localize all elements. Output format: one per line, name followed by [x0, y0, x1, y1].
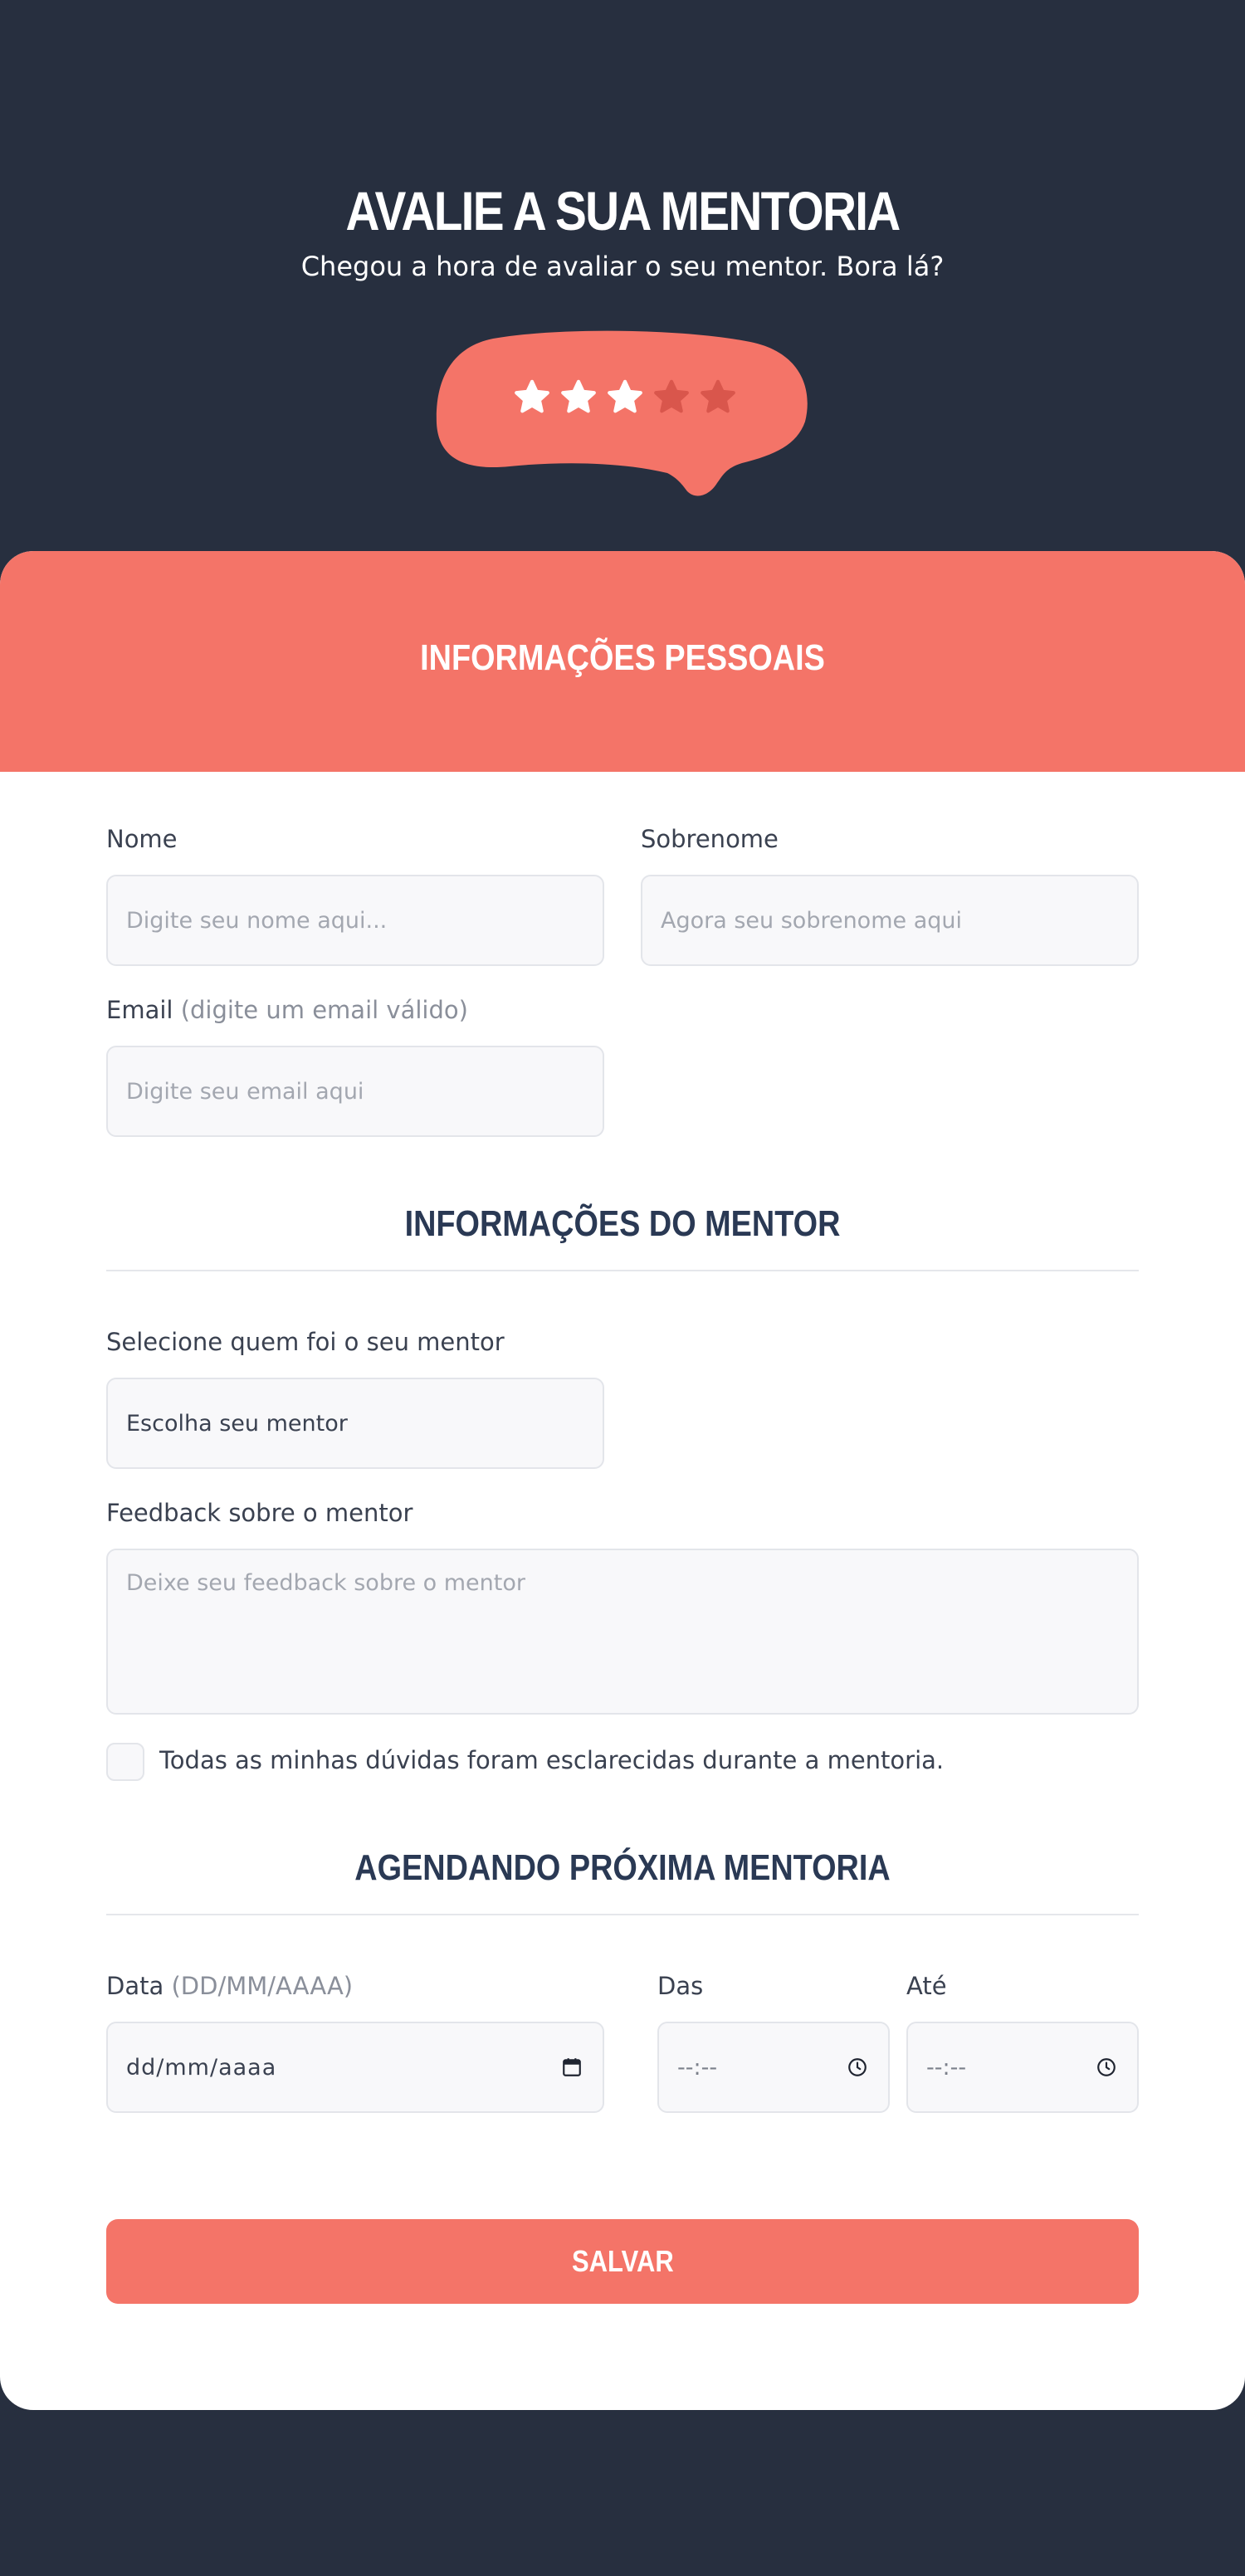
feedback-placeholder: Deixe seu feedback sobre o mentor [126, 1570, 525, 1596]
surname-input-placeholder: Agora seu sobrenome aqui [661, 907, 962, 934]
feedback-label: Feedback sobre o mentor [106, 1499, 413, 1527]
clock-icon[interactable] [1096, 2056, 1117, 2078]
star-icon[interactable] [513, 378, 551, 417]
name-label: Nome [106, 825, 178, 853]
save-button[interactable]: SALVAR [106, 2219, 1139, 2304]
save-button-label: SALVAR [571, 2244, 674, 2278]
hero: AVALIE A SUA MENTORIA Chegou a hora de a… [0, 0, 1245, 556]
card-header: INFORMAÇÕES PESSOAIS [0, 551, 1245, 772]
from-time-input[interactable]: --:-- [657, 2022, 890, 2113]
doubts-checkbox-label: Todas as minhas dúvidas foram esclarecid… [159, 1746, 945, 1774]
to-time-label: Até [906, 1972, 947, 2000]
schedule-title: AGENDANDO PRÓXIMA MENTORIA [354, 1847, 891, 1888]
mentor-select-label-text: Selecione quem foi o seu mentor [106, 1328, 505, 1356]
name-input[interactable]: Digite seu nome aqui... [106, 875, 604, 966]
date-hint: (DD/MM/AAAA) [171, 1972, 354, 2000]
feedback-label-text: Feedback sobre o mentor [106, 1499, 413, 1527]
star-icon[interactable] [699, 378, 737, 417]
star-icon[interactable] [559, 378, 598, 417]
page-subtitle: Chegou a hora de avaliar o seu mentor. B… [300, 251, 945, 282]
date-label-text: Data [106, 1972, 164, 2000]
page-title: AVALIE A SUA MENTORIA [345, 180, 901, 242]
form-card: INFORMAÇÕES PESSOAIS Nome Digite seu nom… [0, 551, 1245, 2410]
from-time-label: Das [657, 1972, 703, 2000]
to-time-label-text: Até [906, 1972, 947, 2000]
mentor-select[interactable]: Escolha seu mentor [106, 1378, 604, 1469]
clock-icon[interactable] [847, 2056, 868, 2078]
to-time-input[interactable]: --:-- [906, 2022, 1139, 2113]
email-input-placeholder: Digite seu email aqui [126, 1078, 364, 1105]
from-time-label-text: Das [657, 1972, 704, 2000]
to-time-value: --:-- [926, 2054, 967, 2081]
feedback-textarea[interactable]: Deixe seu feedback sobre o mentor [106, 1549, 1139, 1715]
surname-label: Sobrenome [641, 825, 779, 853]
name-input-placeholder: Digite seu nome aqui... [126, 907, 388, 934]
email-label-text: Email [106, 996, 173, 1024]
date-label: Data (DD/MM/AAAA) [106, 1972, 353, 2000]
personal-info-title: INFORMAÇÕES PESSOAIS [420, 637, 825, 678]
star-icon[interactable] [606, 378, 644, 417]
date-input-value: dd/mm/aaaa [126, 2054, 277, 2081]
date-input[interactable]: dd/mm/aaaa [106, 2022, 604, 2113]
mentor-divider [106, 1270, 1139, 1271]
mentor-select-label: Selecione quem foi o seu mentor [106, 1328, 505, 1356]
surname-input[interactable]: Agora seu sobrenome aqui [641, 875, 1139, 966]
mentor-info-title: INFORMAÇÕES DO MENTOR [404, 1203, 841, 1244]
from-time-value: --:-- [677, 2054, 718, 2081]
star-rating[interactable] [513, 378, 737, 417]
star-icon[interactable] [652, 378, 691, 417]
calendar-icon[interactable] [561, 2056, 583, 2078]
surname-label-text: Sobrenome [641, 825, 779, 853]
mentor-select-value: Escolha seu mentor [126, 1410, 348, 1437]
name-label-text: Nome [106, 825, 178, 853]
doubts-checkbox[interactable] [106, 1743, 144, 1781]
email-input[interactable]: Digite seu email aqui [106, 1046, 604, 1137]
email-hint: (digite um email válido) [180, 996, 468, 1024]
schedule-divider [106, 1914, 1139, 1915]
email-label: Email (digite um email válido) [106, 996, 468, 1024]
